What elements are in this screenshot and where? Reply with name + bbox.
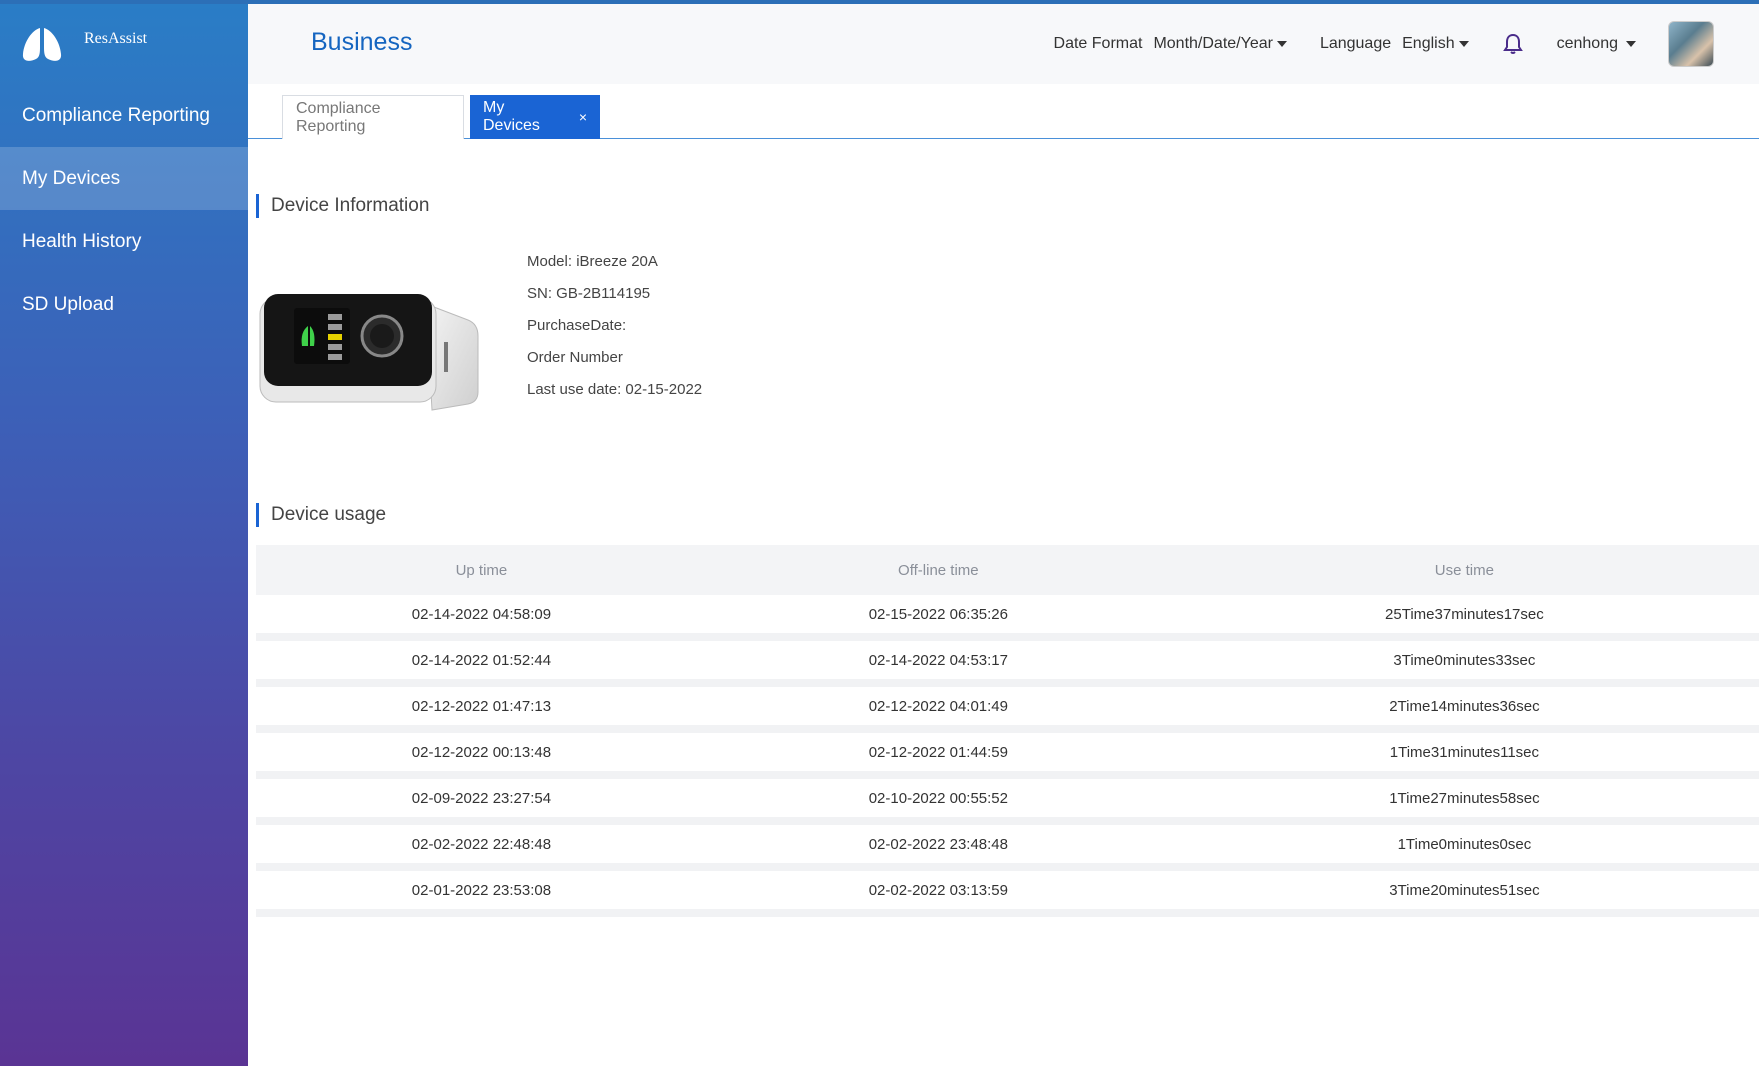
header-controls: Date Format Month/Date/Year Language Eng… bbox=[1054, 4, 1759, 84]
cell-off-line-time: 02-12-2022 04:01:49 bbox=[868, 697, 1008, 715]
language-label: Language bbox=[1319, 35, 1392, 52]
sidebar-item-label: Health History bbox=[22, 230, 142, 252]
table-body[interactable]: 02-14-2022 04:58:09 02-15-2022 06:35:26 … bbox=[256, 595, 1759, 987]
table-row: 02-14-2022 01:52:44 02-14-2022 04:53:17 … bbox=[256, 641, 1759, 687]
device-last-use-date: Last use date: 02-15-2022 bbox=[527, 381, 703, 398]
table-row: 02-09-2022 23:27:54 02-10-2022 00:55:52 … bbox=[256, 779, 1759, 825]
device-sn: SN: GB-2B114195 bbox=[527, 285, 651, 302]
device-information-title: Device Information bbox=[256, 194, 429, 218]
cell-off-line-time: 02-14-2022 04:53:17 bbox=[868, 651, 1008, 669]
brand[interactable]: ResAssist bbox=[0, 4, 248, 84]
header: Business Date Format Month/Date/Year Lan… bbox=[248, 4, 1759, 84]
column-header-off-line-time: Off-line time bbox=[898, 561, 979, 579]
column-header-up-time: Up time bbox=[455, 561, 508, 579]
cell-off-line-time: 02-15-2022 06:35:26 bbox=[868, 605, 1008, 623]
cell-off-line-time: 02-02-2022 03:13:59 bbox=[868, 881, 1008, 899]
bell-icon[interactable] bbox=[1502, 33, 1523, 55]
sidebar-item-health-history[interactable]: Health History bbox=[0, 210, 248, 273]
table-row: 02-01-2022 23:53:08 02-02-2022 03:13:59 … bbox=[256, 871, 1759, 917]
table-row: 02-12-2022 01:47:13 02-12-2022 04:01:49 … bbox=[256, 687, 1759, 733]
table-row: 02-14-2022 04:58:09 02-15-2022 06:35:26 … bbox=[256, 595, 1759, 641]
date-format-value: Month/Date/Year bbox=[1153, 35, 1273, 52]
sidebar-item-label: SD Upload bbox=[22, 293, 114, 315]
lungs-logo-icon bbox=[22, 28, 62, 61]
cell-use-time: 1Time31minutes11sec bbox=[1389, 743, 1540, 761]
caret-down-icon bbox=[1626, 41, 1636, 47]
close-icon[interactable]: × bbox=[579, 109, 587, 125]
cell-up-time: 02-12-2022 00:13:48 bbox=[411, 743, 552, 761]
language-dropdown[interactable]: English bbox=[1402, 35, 1469, 53]
tab-label: My Devices bbox=[483, 99, 540, 134]
sidebar-item-label: Compliance Reporting bbox=[22, 104, 210, 126]
date-format-dropdown[interactable]: Month/Date/Year bbox=[1153, 35, 1287, 53]
cell-up-time: 02-14-2022 04:58:09 bbox=[411, 605, 552, 623]
cell-use-time: 25Time37minutes17sec bbox=[1385, 605, 1544, 623]
app-root: ResAssist Compliance Reporting My Device… bbox=[0, 0, 1759, 1066]
device-usage-table: Up time Off-line time Use time 02-14-202… bbox=[256, 545, 1759, 987]
device-usage-title: Device usage bbox=[256, 503, 386, 527]
cell-use-time: 1Time0minutes0sec bbox=[1397, 835, 1532, 853]
cell-up-time: 02-02-2022 22:48:48 bbox=[411, 835, 552, 853]
language-value: English bbox=[1402, 35, 1455, 52]
user-menu[interactable]: cenhong bbox=[1557, 35, 1636, 53]
tab-bar: Compliance Reporting My Devices × bbox=[248, 84, 1759, 139]
sidebar: ResAssist Compliance Reporting My Device… bbox=[0, 4, 248, 1066]
device-purchase-date: PurchaseDate: bbox=[527, 317, 627, 334]
cell-up-time: 02-12-2022 01:47:13 bbox=[411, 697, 552, 715]
tab-my-devices[interactable]: My Devices × bbox=[470, 95, 600, 139]
tab-compliance-reporting[interactable]: Compliance Reporting bbox=[282, 95, 464, 139]
sidebar-item-compliance-reporting[interactable]: Compliance Reporting bbox=[0, 84, 248, 147]
date-format-label: Date Format bbox=[1053, 35, 1143, 52]
device-model: Model: iBreeze 20A bbox=[527, 253, 658, 270]
caret-down-icon bbox=[1458, 41, 1469, 47]
sidebar-item-label: My Devices bbox=[22, 167, 121, 189]
table-header: Up time Off-line time Use time bbox=[256, 545, 1759, 595]
sidebar-item-sd-upload[interactable]: SD Upload bbox=[0, 273, 248, 336]
cell-use-time: 3Time0minutes33sec bbox=[1393, 651, 1536, 669]
cell-up-time: 02-09-2022 23:27:54 bbox=[411, 789, 552, 807]
sidebar-item-my-devices[interactable]: My Devices bbox=[0, 147, 248, 210]
avatar[interactable] bbox=[1668, 21, 1714, 67]
brand-name: ResAssist bbox=[84, 30, 148, 47]
page-title: Business bbox=[311, 28, 413, 56]
cell-use-time: 1Time27minutes58sec bbox=[1389, 789, 1540, 807]
cell-up-time: 02-14-2022 01:52:44 bbox=[411, 651, 552, 669]
cell-up-time: 02-01-2022 23:53:08 bbox=[411, 881, 552, 899]
cell-off-line-time: 02-12-2022 01:44:59 bbox=[868, 743, 1008, 761]
cell-off-line-time: 02-10-2022 00:55:52 bbox=[868, 789, 1008, 807]
tab-label: Compliance Reporting bbox=[296, 99, 381, 135]
device-image bbox=[259, 294, 479, 411]
cell-use-time: 2Time14minutes36sec bbox=[1389, 697, 1540, 715]
caret-down-icon bbox=[1276, 41, 1287, 47]
cell-use-time: 3Time20minutes51sec bbox=[1389, 881, 1540, 899]
cell-off-line-time: 02-02-2022 23:48:48 bbox=[868, 835, 1008, 853]
device-info-list: Model: iBreeze 20A SN: GB-2B114195 Purch… bbox=[527, 246, 702, 406]
column-header-use-time: Use time bbox=[1434, 561, 1494, 579]
username: cenhong bbox=[1556, 35, 1618, 52]
device-order-number: Order Number bbox=[527, 349, 623, 366]
table-row: 02-02-2022 22:48:48 02-02-2022 23:48:48 … bbox=[256, 825, 1759, 871]
table-row: 02-12-2022 00:13:48 02-12-2022 01:44:59 … bbox=[256, 733, 1759, 779]
